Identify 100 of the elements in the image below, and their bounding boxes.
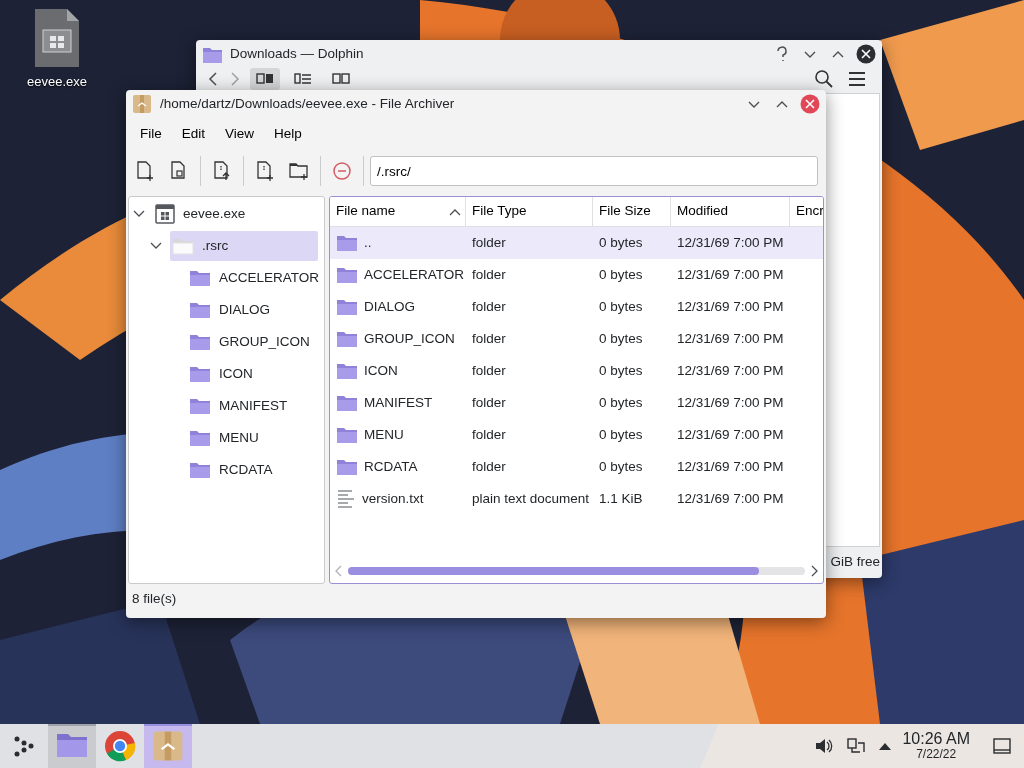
search-icon[interactable]: [814, 69, 834, 89]
folder-icon: [336, 297, 358, 317]
close-button[interactable]: [856, 44, 876, 64]
file-row[interactable]: GROUP_ICON folder 0 bytes 12/31/69 7:00 PM: [330, 323, 823, 355]
file-type: plain text document: [471, 489, 591, 508]
dropdown-title[interactable]: Edit: [171, 119, 216, 149]
modified-date: 12/31/69 7:00 PM: [676, 361, 785, 380]
clock-date[interactable]: 7/22/22: [916, 748, 957, 761]
file-name: DIALOG: [364, 297, 415, 316]
tree-item[interactable]: MANIFEST: [187, 391, 318, 421]
menu-icon: [848, 71, 866, 87]
file-size: 0 bytes: [598, 361, 644, 380]
folder-icon: [189, 300, 211, 320]
folder-icon: [189, 428, 211, 448]
file-name: ..: [364, 233, 372, 252]
modified-date: 12/31/69 7:00 PM: [676, 329, 785, 348]
file-size: 0 bytes: [598, 393, 644, 412]
modified-date: 12/31/69 7:00 PM: [676, 233, 785, 252]
list-view-icon: [294, 73, 312, 85]
file-name: MENU: [364, 425, 404, 444]
file-name: MANIFEST: [364, 393, 433, 412]
grid-view-icon: [256, 73, 274, 85]
file-size: 0 bytes: [598, 233, 644, 252]
file-label[interactable]: eevee.exe: [27, 72, 87, 92]
file-type: folder: [471, 425, 507, 444]
dropdown-title[interactable]: File: [130, 119, 172, 149]
tree-item[interactable]: ACCELERATOR: [187, 263, 324, 293]
folder-icon: [189, 396, 211, 416]
document-plus-icon: [135, 161, 155, 181]
package-icon: [132, 94, 152, 114]
folder-plus-icon: [289, 161, 309, 181]
file-row[interactable]: MENU folder 0 bytes 12/31/69 7:00 PM: [330, 419, 823, 451]
document-plus-icon: [255, 161, 275, 181]
sort-ascending-icon: [449, 207, 461, 217]
document-arrow-icon: [212, 161, 232, 181]
folder-icon: [336, 233, 358, 253]
file-size: 0 bytes: [598, 457, 644, 476]
file-row[interactable]: MANIFEST folder 0 bytes 12/31/69 7:00 PM: [330, 387, 823, 419]
tree-item[interactable]: GROUP_ICON: [187, 327, 318, 357]
file-name: RCDATA: [364, 457, 418, 476]
executable-file-icon[interactable]: [34, 8, 80, 68]
file-type: folder: [471, 393, 507, 412]
folder-icon: [336, 425, 358, 445]
file-row[interactable]: version.txt plain text document 1.1 KiB 12/31/69 7:00 PM: [330, 483, 823, 515]
file-size: 0 bytes: [598, 265, 644, 284]
folder-icon: [336, 457, 358, 477]
file-type: folder: [471, 297, 507, 316]
file-size: 0 bytes: [598, 425, 644, 444]
desktop-icon: [993, 738, 1011, 754]
clock-time[interactable]: 10:26 AM: [902, 731, 970, 749]
file-type: folder: [471, 361, 507, 380]
file-size: 0 bytes: [598, 297, 644, 316]
folder-icon: [336, 393, 358, 413]
column-header[interactable]: File name: [330, 197, 466, 226]
file-name: version.txt: [362, 489, 424, 508]
speaker-icon[interactable]: [814, 737, 835, 755]
modified-date: 12/31/69 7:00 PM: [676, 457, 785, 476]
folder-icon: [202, 45, 222, 63]
dropdown-title[interactable]: Help: [264, 119, 312, 149]
file-type: folder: [471, 265, 507, 284]
folder-icon: [336, 265, 358, 285]
location-field[interactable]: /.rsrc/: [370, 156, 818, 186]
modified-date: 12/31/69 7:00 PM: [676, 265, 785, 284]
file-row[interactable]: RCDATA folder 0 bytes 12/31/69 7:00 PM: [330, 451, 823, 483]
tree-item[interactable]: .rsrc: [170, 231, 318, 261]
folder-icon: [189, 460, 211, 480]
scroll-right-icon[interactable]: [809, 565, 819, 577]
status-text: 8 file(s): [132, 589, 177, 608]
file-size: 0 bytes: [598, 329, 644, 348]
file-type: folder: [471, 457, 507, 476]
window-title: Downloads — Dolphin: [230, 44, 365, 63]
file-row[interactable]: ACCELERATOR folder 0 bytes 12/31/69 7:00 PM: [330, 259, 823, 291]
folder-icon: [336, 361, 358, 381]
close-icon: [856, 44, 876, 64]
modified-date: 12/31/69 7:00 PM: [676, 393, 785, 412]
tree-item[interactable]: ICON: [187, 359, 318, 389]
tree-item[interactable]: RCDATA: [187, 455, 318, 485]
archive-icon: [155, 204, 175, 224]
network-icon[interactable]: [846, 737, 867, 755]
file-row[interactable]: .. folder 0 bytes 12/31/69 7:00 PM: [330, 227, 823, 259]
modified-date: 12/31/69 7:00 PM: [676, 489, 785, 508]
file-row[interactable]: ICON folder 0 bytes 12/31/69 7:00 PM: [330, 355, 823, 387]
file-size: 1.1 KiB: [598, 489, 644, 508]
close-icon: [800, 94, 820, 114]
file-type: folder: [471, 233, 507, 252]
modified-date: 12/31/69 7:00 PM: [676, 425, 785, 444]
package-icon: [152, 730, 184, 762]
file-type: folder: [471, 329, 507, 348]
icons-view-button[interactable]: [250, 68, 280, 90]
file-name: ACCELERATOR: [364, 265, 465, 284]
tree-item[interactable]: MENU: [187, 423, 318, 453]
dropdown-title[interactable]: View: [215, 119, 265, 149]
browser-icon: [104, 730, 136, 762]
file-name: GROUP_ICON: [364, 329, 455, 348]
file-row[interactable]: DIALOG folder 0 bytes 12/31/69 7:00 PM: [330, 291, 823, 323]
window-title: /home/dartz/Downloads/eevee.exe - File Archiver: [160, 94, 456, 113]
free-space-label: GiB free: [830, 552, 880, 571]
folder-icon: [189, 364, 211, 384]
tree-item[interactable]: DIALOG: [187, 295, 318, 325]
tree-item[interactable]: eevee.exe: [153, 199, 318, 229]
